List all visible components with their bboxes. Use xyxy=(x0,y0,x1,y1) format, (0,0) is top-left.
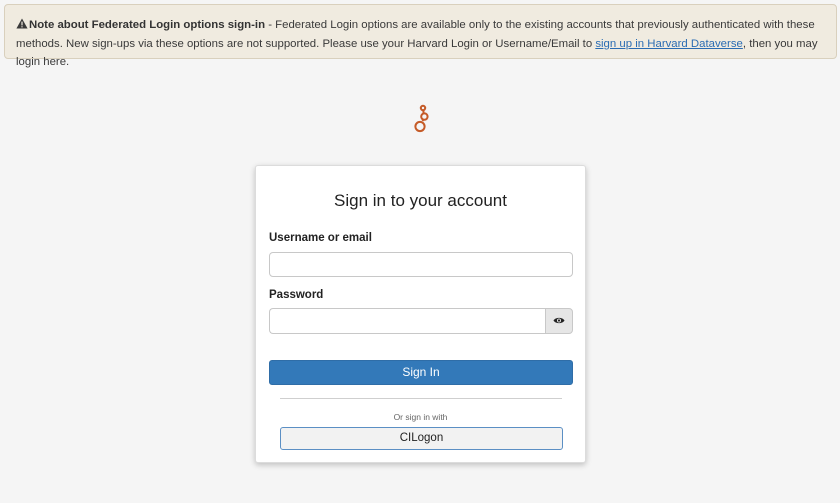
warning-icon xyxy=(16,17,29,35)
show-password-button[interactable] xyxy=(545,308,573,334)
password-input[interactable] xyxy=(269,308,545,334)
login-card: Sign in to your account Username or emai… xyxy=(255,165,586,463)
or-sign-in-with-text: Or sign in with xyxy=(393,412,448,422)
password-label: Password xyxy=(269,289,324,301)
federated-login-alert: Note about Federated Login options sign-… xyxy=(4,4,837,68)
sign-in-button[interactable]: Sign In xyxy=(269,360,573,385)
cilogon-button[interactable]: CILogon xyxy=(280,427,563,450)
username-input[interactable] xyxy=(269,252,573,277)
dataverse-logo-icon xyxy=(410,103,432,135)
password-field-group xyxy=(269,308,573,334)
divider xyxy=(280,398,562,399)
alert-title: Note about Federated Login options sign-… xyxy=(29,19,266,31)
signup-link[interactable]: sign up in Harvard Dataverse xyxy=(595,38,743,50)
login-title: Sign in to your account xyxy=(334,191,507,210)
username-label: Username or email xyxy=(269,232,372,244)
eye-icon xyxy=(553,312,565,330)
